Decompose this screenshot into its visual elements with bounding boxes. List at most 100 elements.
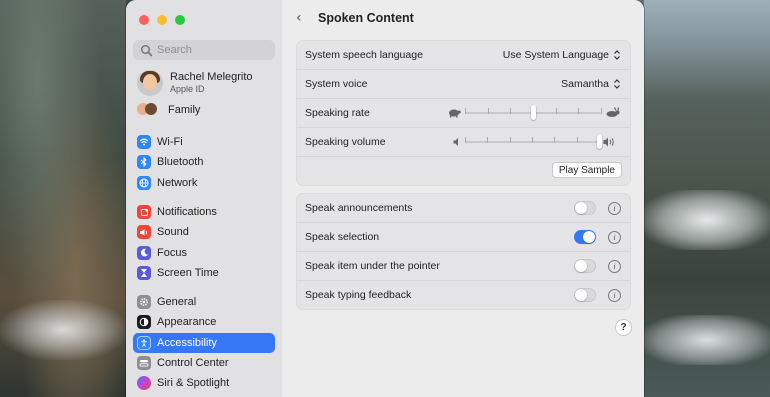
slider-tick <box>578 108 580 114</box>
settings-window: Rachel Melegrito Apple ID Family Wi-Fi <box>126 0 644 397</box>
control-center-icon <box>137 355 151 370</box>
sidebar-item-accessibility[interactable]: Accessibility <box>133 332 275 353</box>
sidebar-item-screen-time[interactable]: Screen Time <box>133 263 275 283</box>
page-header: ‹ Spoken Content <box>296 10 414 26</box>
sidebar-item-label: Focus <box>157 246 187 259</box>
speak-selection-toggle[interactable] <box>574 230 596 244</box>
sidebar-item-focus[interactable]: Focus <box>133 243 275 263</box>
minimize-button[interactable] <box>157 15 167 25</box>
help-button[interactable]: ? <box>615 319 632 336</box>
sidebar-item-appearance[interactable]: Appearance <box>133 312 275 332</box>
slider-tick <box>576 137 578 143</box>
info-icon[interactable]: i <box>608 288 621 302</box>
speech-settings-card: System speech language Use System Langua… <box>296 40 631 186</box>
row-label: Speak selection <box>305 231 380 243</box>
sidebar-item-label: Sound <box>157 226 189 239</box>
profile-subtitle: Apple ID <box>170 84 205 94</box>
row-label: Speaking volume <box>305 136 386 148</box>
system-voice-popup[interactable]: Samantha <box>561 78 621 90</box>
slider-tick <box>487 108 489 114</box>
search-field[interactable] <box>133 40 275 60</box>
speaker-low-icon <box>453 138 458 146</box>
sidebar-group-notifications: Notifications Sound Focus Screen Time <box>133 202 275 283</box>
sidebar-item-label: Screen Time <box>157 266 219 279</box>
sidebar-item-label: General <box>157 296 197 308</box>
sidebar-item-label: Wi-Fi <box>157 136 183 148</box>
sidebar-group-system: General Appearance Accessibility Control… <box>133 292 275 393</box>
sidebar-item-siri-spotlight[interactable]: Siri & Spotlight <box>133 373 275 393</box>
appearance-icon <box>137 315 151 330</box>
speak-typing-feedback-toggle[interactable] <box>574 288 596 302</box>
slider-tick <box>532 137 533 143</box>
sidebar-group-network: Wi-Fi Bluetooth Network <box>133 132 275 193</box>
sidebar-item-family[interactable]: Family <box>137 103 200 117</box>
sidebar-item-label: Notifications <box>157 206 217 218</box>
sidebar-item-network[interactable]: Network <box>133 173 275 193</box>
slider-tick <box>601 108 602 114</box>
sidebar-item-label: Network <box>157 176 198 189</box>
sidebar-item-wifi[interactable]: Wi-Fi <box>133 132 275 152</box>
sidebar-item-sound[interactable]: Sound <box>133 222 275 242</box>
profile-name: Rachel Melegrito <box>170 71 253 83</box>
sidebar-item-notifications[interactable]: Notifications <box>133 202 275 222</box>
moon-icon <box>137 245 151 260</box>
globe-icon <box>137 175 151 190</box>
speech-language-popup[interactable]: Use System Language <box>503 49 621 61</box>
hourglass-icon <box>137 265 151 280</box>
row-label: Speaking rate <box>305 107 370 119</box>
speaker-icon <box>137 225 151 240</box>
sidebar: Rachel Melegrito Apple ID Family Wi-Fi <box>126 0 283 397</box>
speaking-rate-slider[interactable] <box>447 99 627 127</box>
apple-id-profile[interactable]: Rachel Melegrito Apple ID <box>137 70 253 96</box>
slider-thumb[interactable] <box>596 134 602 149</box>
bell-icon <box>137 205 151 219</box>
slider-tick <box>510 108 512 114</box>
sidebar-item-general[interactable]: General <box>133 292 275 312</box>
info-icon[interactable]: i <box>608 230 621 244</box>
search-input[interactable] <box>157 44 267 56</box>
back-chevron-icon[interactable]: ‹ <box>296 10 312 26</box>
sidebar-item-bluetooth[interactable]: Bluetooth <box>133 152 275 172</box>
info-icon[interactable]: i <box>608 201 621 215</box>
row-label: Speak typing feedback <box>305 289 412 301</box>
system-voice-row: System voice Samantha <box>297 70 630 99</box>
info-icon[interactable]: i <box>608 259 621 273</box>
row-label: System voice <box>305 78 368 90</box>
chevron-updown-icon <box>613 78 621 90</box>
sidebar-item-label: Accessibility <box>157 336 217 349</box>
slider-thumb[interactable] <box>530 105 536 120</box>
speaker-high-icon <box>603 137 614 147</box>
slider-tick <box>555 108 557 114</box>
turtle-icon <box>449 109 461 118</box>
speaking-rate-row: Speaking rate <box>297 99 630 128</box>
row-label: System speech language <box>305 49 423 61</box>
speak-announcements-row: Speak announcements i <box>297 194 630 223</box>
chevron-updown-icon <box>613 49 621 61</box>
slider-tick <box>554 137 556 143</box>
popup-value: Use System Language <box>502 49 609 61</box>
speaking-volume-row: Speaking volume <box>297 128 630 157</box>
speak-announcements-toggle[interactable] <box>574 201 596 215</box>
slider-tick <box>465 137 466 143</box>
row-label: Speak item under the pointer <box>305 260 440 272</box>
sidebar-item-label: Appearance <box>157 316 217 329</box>
system-speech-language-row: System speech language Use System Langua… <box>297 41 630 70</box>
sidebar-item-control-center[interactable]: Control Center <box>133 353 275 373</box>
speak-item-under-pointer-toggle[interactable] <box>574 259 596 273</box>
close-button[interactable] <box>139 15 149 25</box>
popup-value: Samantha <box>561 78 609 90</box>
wifi-icon <box>137 135 151 149</box>
sidebar-item-label: Siri & Spotlight <box>157 377 230 390</box>
sidebar-item-label: Control Center <box>157 356 229 369</box>
speak-typing-feedback-row: Speak typing feedback i <box>297 281 630 309</box>
speak-item-under-pointer-row: Speak item under the pointer i <box>297 252 630 281</box>
main-pane: ‹ Spoken Content System speech language … <box>282 0 644 397</box>
play-sample-row: Play Sample <box>297 157 630 185</box>
slider-tick <box>509 137 511 143</box>
zoom-button[interactable] <box>175 15 185 25</box>
speaking-volume-slider[interactable] <box>447 128 627 156</box>
row-label: Speak announcements <box>305 202 413 214</box>
desktop-wallpaper-left <box>0 0 126 397</box>
play-sample-button[interactable]: Play Sample <box>551 162 622 178</box>
speak-options-card: Speak announcements i Speak selection i … <box>296 193 631 310</box>
